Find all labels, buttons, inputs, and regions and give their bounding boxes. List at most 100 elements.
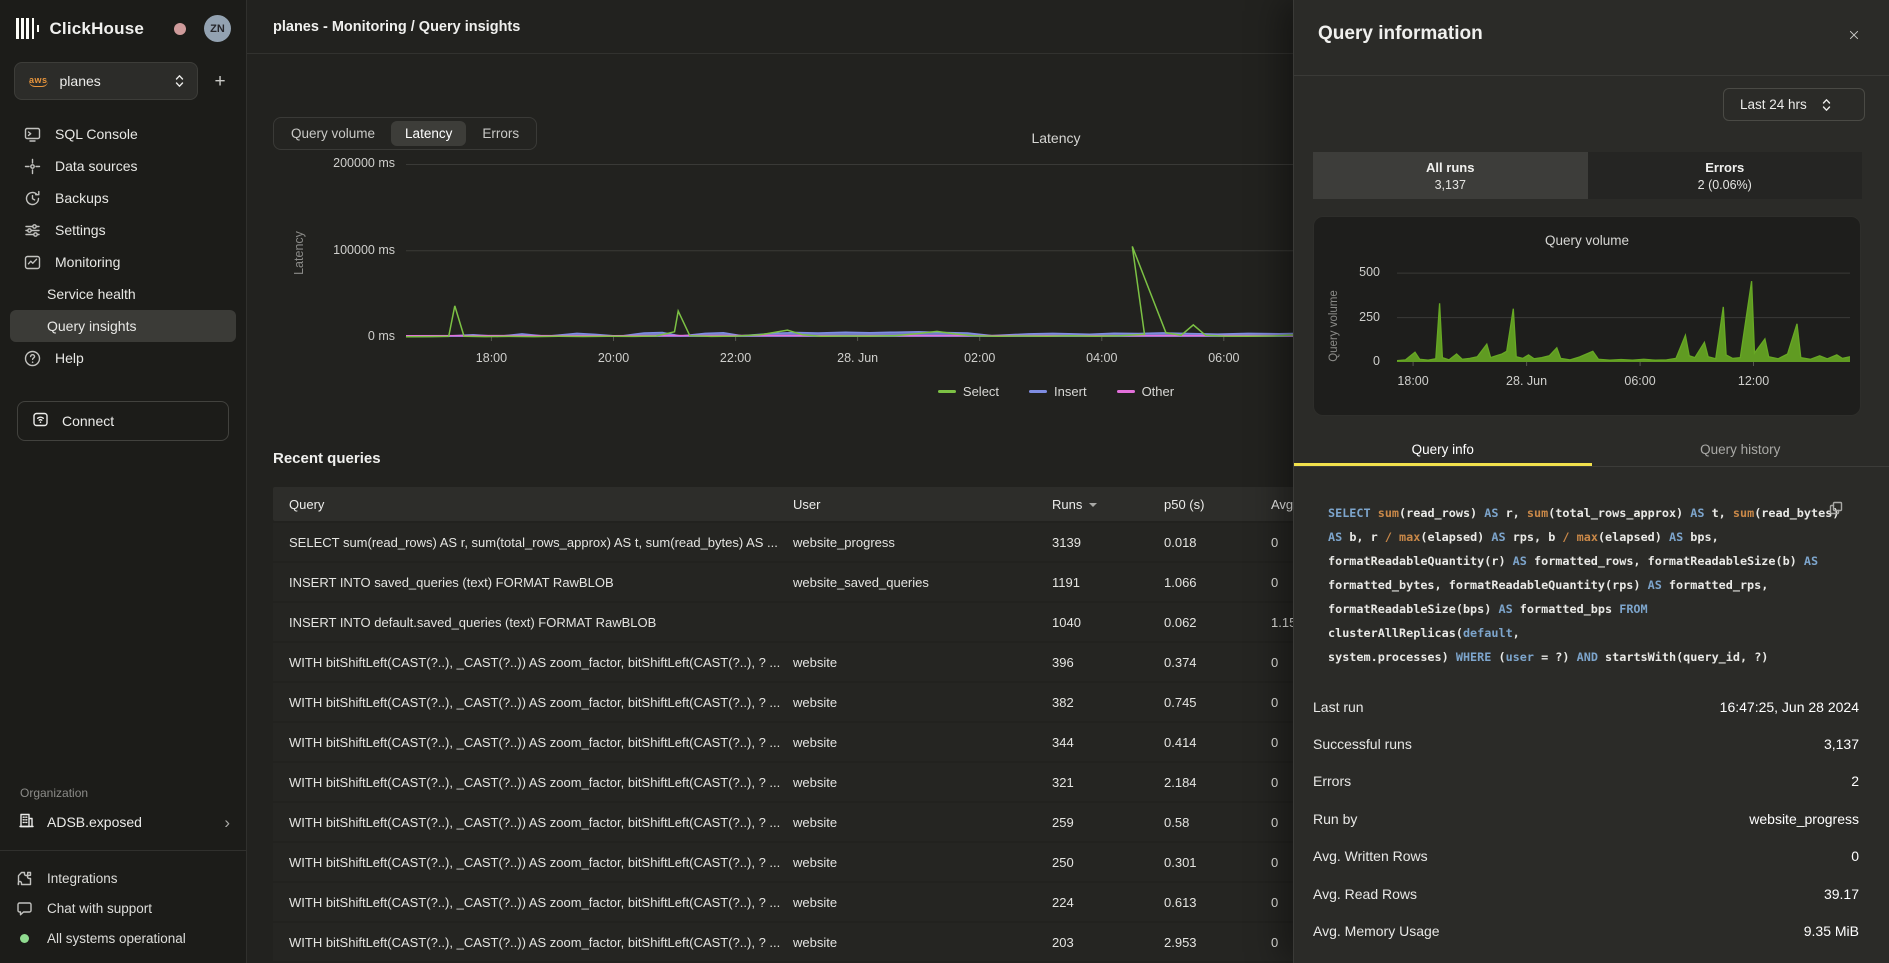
user-cell: website <box>793 735 1052 750</box>
sidebar-footer: Integrations Chat with support All syste… <box>0 851 246 963</box>
sort-desc-icon <box>1089 503 1097 507</box>
legend-item-other[interactable]: Other <box>1117 384 1175 399</box>
x-tick-label: 02:00 <box>940 351 1020 365</box>
chart-legend: Select Insert Other <box>756 384 1356 399</box>
x-tick-label: 06:00 <box>1184 351 1264 365</box>
user-cell: website <box>793 775 1052 790</box>
stat-label: Avg. Written Rows <box>1313 848 1428 864</box>
segment-all-runs[interactable]: All runs 3,137 <box>1313 152 1588 199</box>
segment-label: All runs <box>1426 160 1474 175</box>
x-tick-label: 12:00 <box>1714 374 1794 388</box>
stat-row: Errors2 <box>1313 763 1859 800</box>
sidebar-item-data-sources[interactable]: Data sources <box>10 150 236 182</box>
column-header-query[interactable]: Query <box>273 497 793 512</box>
connect-icon <box>32 411 49 431</box>
help-icon <box>24 349 42 367</box>
legend-item-select[interactable]: Select <box>938 384 999 399</box>
column-header-runs[interactable]: Runs <box>1052 497 1164 512</box>
backups-icon <box>24 189 42 207</box>
sidebar-item-settings[interactable]: Settings <box>10 214 236 246</box>
runs-cell: 250 <box>1052 855 1164 870</box>
sidebar-item-query-insights[interactable]: Query insights <box>10 310 236 342</box>
query-cell: WITH bitShiftLeft(CAST(?..), _CAST(?..))… <box>273 855 793 870</box>
sql-code-line: formatted_bytes, formatReadableQuantity(… <box>1328 573 1844 597</box>
sidebar-item-help[interactable]: Help <box>10 342 236 374</box>
runs-cell: 259 <box>1052 815 1164 830</box>
service-selector[interactable]: aws planes <box>14 62 198 100</box>
query-cell: WITH bitShiftLeft(CAST(?..), _CAST(?..))… <box>273 935 793 950</box>
status-label: All systems operational <box>47 931 186 946</box>
recent-queries-title: Recent queries <box>273 450 381 467</box>
copy-icon[interactable] <box>1823 500 1849 519</box>
tab-query-history[interactable]: Query history <box>1592 435 1889 466</box>
add-service-button[interactable]: + <box>206 67 234 95</box>
runs-cell: 396 <box>1052 655 1164 670</box>
user-cell: website <box>793 895 1052 910</box>
footer-item-label: Chat with support <box>47 901 152 916</box>
runs-cell: 3139 <box>1052 535 1164 550</box>
query-cell: WITH bitShiftLeft(CAST(?..), _CAST(?..))… <box>273 735 793 750</box>
page-title: planes - Monitoring / Query insights <box>273 19 520 35</box>
p50-cell: 0.018 <box>1164 535 1271 550</box>
panel-tabs: Query info Query history <box>1294 435 1889 467</box>
x-tick-label: 22:00 <box>696 351 776 365</box>
sidebar-item-label: Query insights <box>47 318 136 334</box>
user-cell: website <box>793 655 1052 670</box>
runs-cell: 1040 <box>1052 615 1164 630</box>
sql-code-block: SELECT sum(read_rows) AS r, sum(total_ro… <box>1328 501 1844 669</box>
monitoring-icon <box>24 253 42 271</box>
user-cell: website <box>793 935 1052 950</box>
x-tick-label: 04:00 <box>1062 351 1142 365</box>
column-header-p50-s-[interactable]: p50 (s) <box>1164 497 1271 512</box>
sidebar-item-monitoring[interactable]: Monitoring <box>10 246 236 278</box>
chat-bubble-icon <box>16 899 34 917</box>
p50-cell: 0.062 <box>1164 615 1271 630</box>
y-tick-label: 0 <box>1328 354 1380 368</box>
sidebar-item-label: Service health <box>47 286 136 302</box>
query-cell: WITH bitShiftLeft(CAST(?..), _CAST(?..))… <box>273 655 793 670</box>
chevron-updown-icon <box>174 73 185 89</box>
sidebar-item-sql-console[interactable]: SQL Console <box>10 118 236 150</box>
x-tick-label: 18:00 <box>451 351 531 365</box>
query-cell: WITH bitShiftLeft(CAST(?..), _CAST(?..))… <box>273 775 793 790</box>
sidebar-item-integrations[interactable]: Integrations <box>0 863 246 893</box>
query-cell: WITH bitShiftLeft(CAST(?..), _CAST(?..))… <box>273 695 793 710</box>
brand-name: ClickHouse <box>49 19 144 39</box>
sidebar-item-service-health[interactable]: Service health <box>10 278 236 310</box>
status-ok-dot-icon <box>20 934 29 943</box>
stat-value: 3,137 <box>1824 736 1859 752</box>
system-status-row[interactable]: All systems operational <box>0 923 246 953</box>
segment-errors[interactable]: Errors 2 (0.06%) <box>1588 152 1863 199</box>
y-tick-label: 200000 ms <box>295 156 395 170</box>
data-sources-icon <box>24 157 42 175</box>
runs-cell: 1191 <box>1052 575 1164 590</box>
user-cell: website <box>793 815 1052 830</box>
sidebar-item-label: Help <box>55 350 84 366</box>
p50-cell: 0.301 <box>1164 855 1271 870</box>
sidebar-nav: SQL Console Data sources Backups Setting… <box>0 118 246 374</box>
sidebar-item-backups[interactable]: Backups <box>10 182 236 214</box>
legend-item-insert[interactable]: Insert <box>1029 384 1087 399</box>
tab-query-info[interactable]: Query info <box>1294 435 1592 466</box>
sidebar-item-label: Monitoring <box>55 254 120 270</box>
runs-cell: 224 <box>1052 895 1164 910</box>
panel-divider <box>1294 75 1889 76</box>
stat-row: Successful runs3,137 <box>1313 725 1859 762</box>
column-header-user[interactable]: User <box>793 497 1052 512</box>
chevron-right-icon: › <box>224 814 230 831</box>
organization-row[interactable]: ADSB.exposed › <box>18 812 230 832</box>
aws-icon: aws <box>29 75 48 87</box>
organization-label: Organization <box>20 786 246 800</box>
sidebar-item-chat-support[interactable]: Chat with support <box>0 893 246 923</box>
avatar[interactable]: ZN <box>204 15 231 42</box>
stat-label: Errors <box>1313 773 1351 789</box>
close-icon[interactable] <box>1843 24 1865 46</box>
sidebar-spacer <box>0 441 246 786</box>
stat-value: 16:47:25, Jun 28 2024 <box>1720 699 1859 715</box>
legend-swatch <box>1029 390 1047 393</box>
connect-button[interactable]: Connect <box>17 401 229 441</box>
stat-row: Avg. Written Rows0 <box>1313 838 1859 875</box>
notification-dot[interactable] <box>174 23 186 35</box>
query-information-panel: Query information Last 24 hrs All runs 3… <box>1293 0 1889 963</box>
time-range-select[interactable]: Last 24 hrs <box>1723 88 1865 121</box>
